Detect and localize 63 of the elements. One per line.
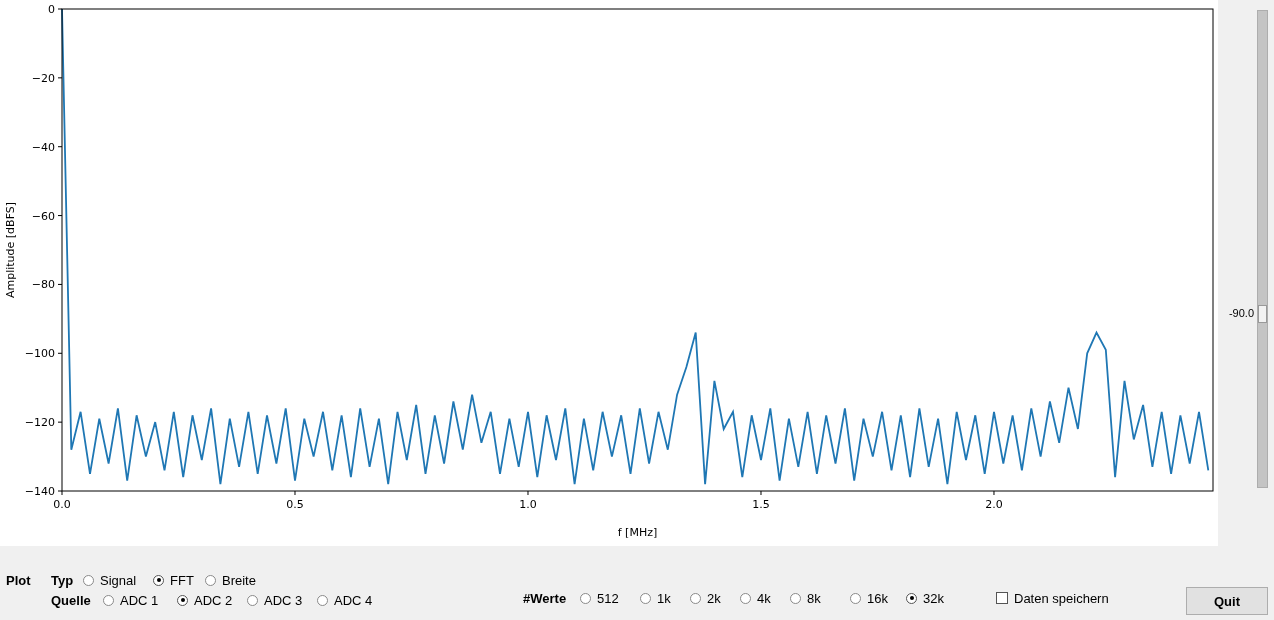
x-tick-label: 1.5 [752, 498, 770, 511]
y-tick-label: −20 [31, 71, 55, 85]
radio-circle[interactable] [177, 594, 188, 606]
x-tick-label: 1.0 [519, 498, 537, 511]
x-tick-label: 0.0 [53, 498, 71, 511]
y-axis-label: Amplitude [dBFS] [4, 201, 17, 299]
radio-option[interactable]: 2k [690, 590, 740, 606]
radio-option[interactable]: ADC 1 [103, 592, 177, 608]
section-title: Plot [6, 573, 31, 588]
radio-option[interactable]: Signal [83, 572, 153, 588]
radio-circle[interactable] [906, 592, 917, 604]
radio-option[interactable]: 4k [740, 590, 790, 606]
radio-circle[interactable] [580, 592, 591, 604]
radio-circle[interactable] [850, 592, 861, 604]
radio-option[interactable]: Breite [205, 572, 265, 588]
y-tick-label: −40 [31, 140, 55, 154]
x-tick-label: 0.5 [286, 498, 304, 511]
radio-option[interactable]: 8k [790, 590, 850, 606]
checkbox-option[interactable]: Daten speichern [996, 590, 1116, 606]
radio-circle[interactable] [317, 594, 328, 606]
tick-mark [57, 8, 63, 10]
y-tick-label: −100 [24, 347, 55, 361]
radio-circle[interactable] [103, 594, 114, 606]
quit-button[interactable]: Quit [1186, 587, 1268, 615]
slider-value: -90.0 [1228, 307, 1254, 320]
tick-mark [294, 490, 296, 496]
checkbox[interactable] [996, 592, 1008, 604]
radio-option[interactable]: 512 [580, 590, 640, 606]
y-tick-label: −120 [24, 416, 55, 430]
slider-thumb[interactable] [1258, 305, 1267, 324]
tick-mark [760, 490, 762, 496]
radio-circle[interactable] [247, 594, 258, 606]
radio-option[interactable]: ADC 2 [177, 592, 247, 608]
tick-mark [57, 421, 63, 423]
y-tick-label: −80 [31, 278, 55, 292]
y-tick-label: 0 [48, 3, 55, 16]
x-axis-label: f [MHz] [617, 526, 658, 539]
radio-circle[interactable] [790, 592, 801, 604]
radio-circle[interactable] [740, 592, 751, 604]
radio-option[interactable]: 32k [906, 590, 966, 606]
radio-circle[interactable] [153, 574, 164, 586]
x-tick-label: 2.0 [985, 498, 1003, 511]
radio-option[interactable]: ADC 3 [247, 592, 317, 608]
tick-mark [57, 283, 63, 285]
tick-mark [527, 490, 529, 496]
group-label: #Werte [523, 591, 567, 606]
radio-circle[interactable] [640, 592, 651, 604]
group-label: Quelle [51, 593, 91, 608]
tick-mark [57, 215, 63, 217]
tick-mark [57, 77, 63, 79]
y-tick-label: −140 [24, 485, 55, 498]
y-tick-label: −60 [31, 209, 55, 223]
radio-option[interactable]: 16k [850, 590, 906, 606]
tick-mark [993, 490, 995, 496]
radio-circle[interactable] [205, 574, 216, 586]
radio-circle[interactable] [690, 592, 701, 604]
radio-option[interactable]: FFT [153, 572, 205, 588]
radio-option[interactable]: 1k [640, 590, 690, 606]
radio-option[interactable]: ADC 4 [317, 592, 387, 608]
group-label: Typ [51, 573, 74, 588]
tick-mark [57, 146, 63, 148]
tick-mark [57, 352, 63, 354]
radio-circle[interactable] [83, 574, 94, 586]
